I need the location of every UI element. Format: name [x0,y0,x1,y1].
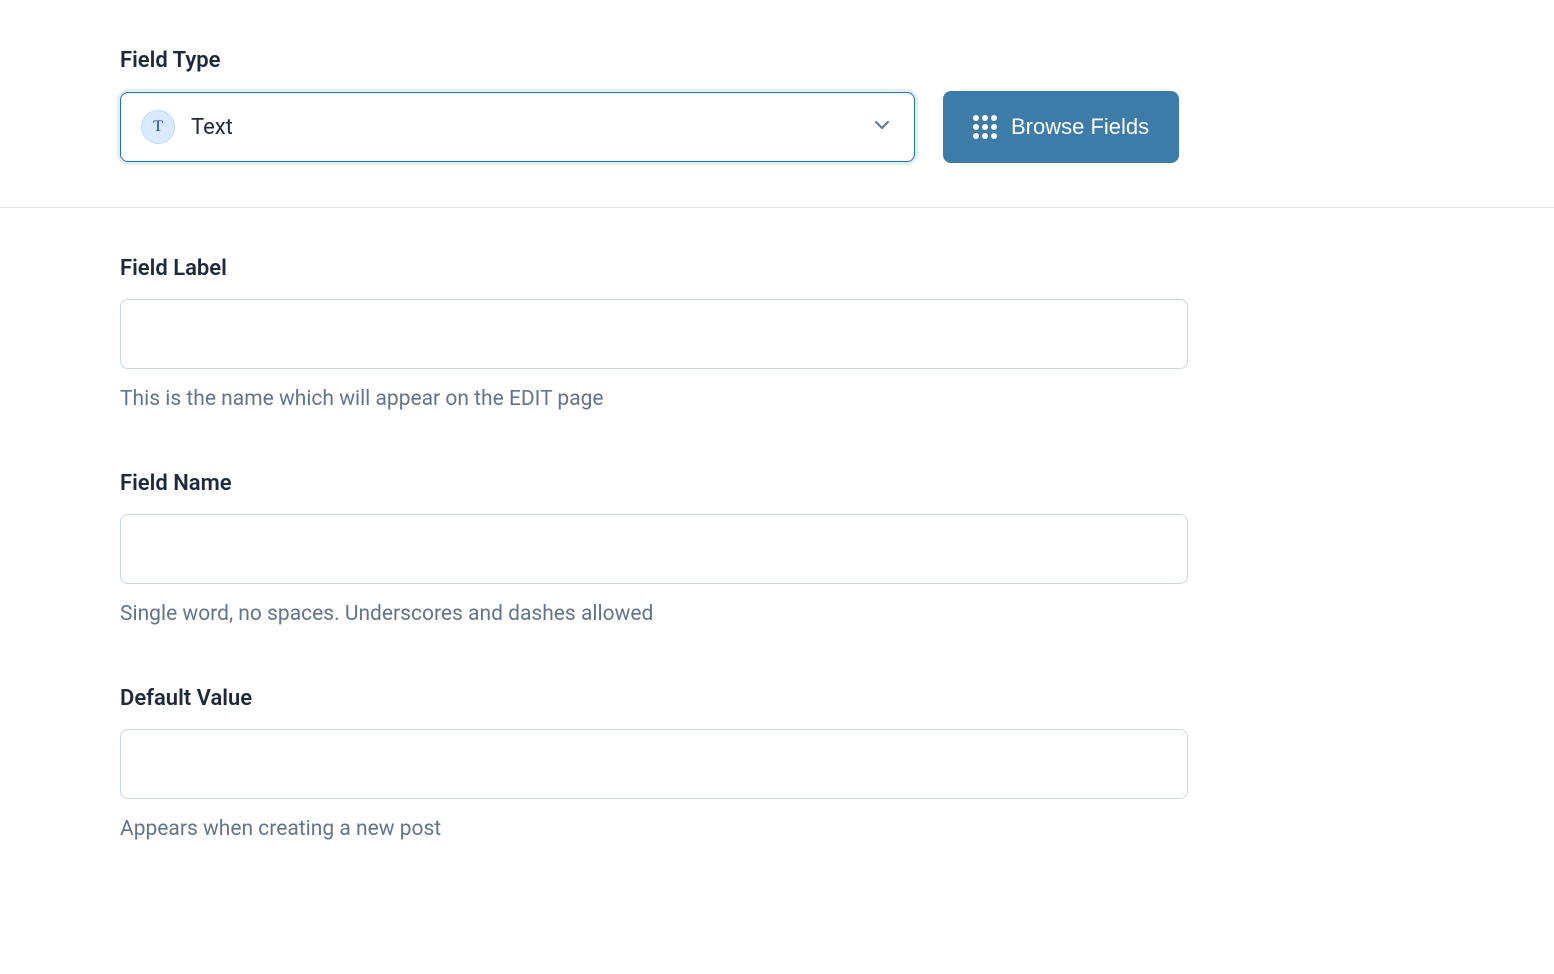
field-type-label: Field Type [120,48,1434,73]
chevron-down-icon [870,113,894,141]
grid-icon [973,115,997,139]
default-value-help: Appears when creating a new post [120,817,1434,841]
text-type-icon: T [141,110,175,144]
field-label-input[interactable] [120,299,1188,369]
default-value-input[interactable] [120,729,1188,799]
field-label-label: Field Label [120,256,1434,281]
default-value-label: Default Value [120,686,1434,711]
field-name-help: Single word, no spaces. Underscores and … [120,602,1434,626]
field-type-selected-value: Text [191,115,870,140]
browse-fields-label: Browse Fields [1011,114,1149,140]
field-label-help: This is the name which will appear on th… [120,387,1434,411]
field-name-label: Field Name [120,471,1434,496]
field-type-select[interactable]: T Text [120,92,915,162]
browse-fields-button[interactable]: Browse Fields [943,91,1179,163]
field-name-input[interactable] [120,514,1188,584]
